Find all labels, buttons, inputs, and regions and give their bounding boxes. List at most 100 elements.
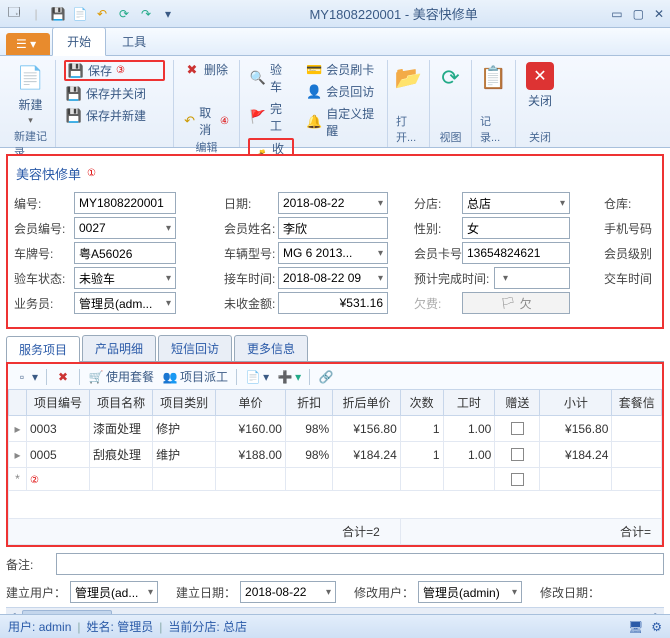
label-warehouse: 仓库: xyxy=(602,195,642,212)
status-tool2-icon[interactable]: ⚙ xyxy=(651,620,662,634)
custom-remind-button[interactable]: 🔔自定义提醒 xyxy=(304,104,379,140)
table-row[interactable]: ▸ 0005刮痕处理维护 ¥188.0098%¥184.2411.00 ¥184… xyxy=(9,442,662,468)
x-icon: ✖ xyxy=(55,369,71,385)
log-button[interactable]: 📋 xyxy=(474,60,514,96)
finish-button[interactable]: 🚩完工 xyxy=(248,99,294,135)
tab-product[interactable]: 产品明细 xyxy=(82,335,156,361)
label-model: 车辆型号: xyxy=(222,245,278,262)
member-card-button[interactable]: 💳会员刷卡 xyxy=(304,60,379,79)
qat-undo-icon[interactable]: ↶ xyxy=(94,6,110,22)
tb-dispatch[interactable]: 👥项目派工 xyxy=(162,368,228,385)
refresh-icon: ⟳ xyxy=(435,62,467,94)
qat-save2-icon[interactable]: 📄 xyxy=(72,6,88,22)
undo-icon: ↶ xyxy=(184,113,195,129)
close-button[interactable]: ✕关闭 xyxy=(522,60,558,111)
gift-checkbox-new[interactable] xyxy=(511,473,524,486)
input-member-no[interactable]: 0027 xyxy=(74,217,176,239)
input-code[interactable]: MY1808220001 xyxy=(74,192,176,214)
col-sub[interactable]: 小计 xyxy=(540,390,612,416)
form-title: 美容快修单 xyxy=(16,164,81,183)
gift-checkbox[interactable] xyxy=(511,422,524,435)
delete-button[interactable]: ✖删除 xyxy=(182,60,231,79)
save-button[interactable]: 💾 保存 ③ xyxy=(64,60,165,81)
inspect-button[interactable]: 🔍验车 xyxy=(248,60,294,96)
remark-input[interactable] xyxy=(56,553,664,575)
created-by-input[interactable]: 管理员(ad... xyxy=(70,581,158,603)
cancel-button[interactable]: ↶取消④ xyxy=(182,103,231,139)
col-name[interactable]: 项目名称 xyxy=(90,390,153,416)
cart-icon: 🛒 xyxy=(88,369,104,385)
input-sales[interactable]: 管理员(adm... xyxy=(74,292,176,314)
status-tool1-icon[interactable]: 🖥 xyxy=(628,620,643,634)
col-qty[interactable]: 次数 xyxy=(400,390,443,416)
input-gender[interactable]: 女 xyxy=(462,217,570,239)
input-branch[interactable]: 总店 xyxy=(462,192,570,214)
col-cat[interactable]: 项目类别 xyxy=(153,390,216,416)
col-price[interactable]: 单价 xyxy=(216,390,286,416)
tab-sms[interactable]: 短信回访 xyxy=(158,335,232,361)
col-no[interactable]: 项目编号 xyxy=(27,390,90,416)
label-member-name: 会员姓名: xyxy=(222,220,278,237)
tb-link[interactable]: 🔗 xyxy=(318,369,334,385)
tb-use-pkg[interactable]: 🛒使用套餐 xyxy=(88,368,154,385)
input-card-no[interactable]: 13654824621 xyxy=(462,242,570,264)
status-name: 管理员 xyxy=(117,618,153,635)
tb-new[interactable]: ▫▾ xyxy=(14,369,38,385)
remark-label: 备注: xyxy=(6,556,56,573)
tab-more[interactable]: 更多信息 xyxy=(234,335,308,361)
close-icon[interactable]: ✕ xyxy=(654,7,664,21)
col-hrs[interactable]: 工时 xyxy=(443,390,495,416)
col-dprice[interactable]: 折后单价 xyxy=(333,390,401,416)
plus-icon: ➕ xyxy=(277,369,293,385)
window-title: MY1808220001 - 美容快修单 xyxy=(176,4,611,23)
qat-more-icon[interactable]: ▾ xyxy=(160,6,176,22)
input-date[interactable]: 2018-08-22 xyxy=(278,192,388,214)
tb-add[interactable]: ➕▾ xyxy=(277,369,301,385)
label-date: 日期: xyxy=(222,195,278,212)
qat-refresh-icon[interactable]: ⟳ xyxy=(116,6,132,22)
created-on-input[interactable]: 2018-08-22 xyxy=(240,581,336,603)
modified-by-input[interactable]: 管理员(admin) xyxy=(418,581,522,603)
member-visit-button[interactable]: 👤会员回访 xyxy=(304,82,379,101)
minimize-icon[interactable]: ▭ xyxy=(611,7,622,21)
new-record-button[interactable]: 📄 新建 ▾ xyxy=(11,60,51,128)
label-due-time: 预计完成时间: xyxy=(412,270,494,287)
mark-3: ③ xyxy=(116,65,125,76)
col-pkg[interactable]: 套餐信 xyxy=(612,390,662,416)
tb-del[interactable]: ✖ xyxy=(55,369,71,385)
input-due-time[interactable] xyxy=(494,267,570,289)
inspect-icon: 🔍 xyxy=(250,70,266,86)
maximize-icon[interactable]: ▢ xyxy=(633,7,644,21)
save-close-icon: 💾 xyxy=(66,86,82,102)
input-member-name[interactable]: 李欣 xyxy=(278,217,388,239)
tab-service[interactable]: 服务项目 xyxy=(6,336,80,362)
save-close-button[interactable]: 💾保存并关闭 xyxy=(64,84,165,103)
input-inspect[interactable]: 未验车 xyxy=(74,267,176,289)
col-disc[interactable]: 折扣 xyxy=(285,390,332,416)
gift-checkbox[interactable] xyxy=(511,448,524,461)
label-recv-time: 接车时间: xyxy=(222,270,278,287)
service-grid[interactable]: 项目编号 项目名称 项目类别 单价 折扣 折后单价 次数 工时 赠送 小计 套餐… xyxy=(8,389,662,545)
new-row[interactable]: *② xyxy=(9,468,662,491)
input-plate[interactable]: 粤A56026 xyxy=(74,242,176,264)
tab-start[interactable]: 开始 xyxy=(52,27,106,56)
flag-icon: 🚩 xyxy=(250,109,266,125)
input-model[interactable]: MG 6 2013... xyxy=(278,242,388,264)
status-branch: 总店 xyxy=(223,618,247,635)
file-menu-button[interactable]: ☰ ▾ xyxy=(6,33,50,55)
tab-tools[interactable]: 工具 xyxy=(108,28,160,55)
bell-icon: 🔔 xyxy=(306,114,322,130)
view-button[interactable]: ⟳ xyxy=(431,60,471,96)
input-recv-time[interactable]: 2018-08-22 09 xyxy=(278,267,388,289)
status-user: admin xyxy=(39,620,72,634)
tb-copy[interactable]: 📄▾ xyxy=(245,369,269,385)
created-by-label: 建立用户： xyxy=(6,584,66,601)
qat-save-icon[interactable]: 💾 xyxy=(50,6,66,22)
new-record-label: 新建 xyxy=(18,96,42,113)
qat-redo-icon[interactable]: ↷ xyxy=(138,6,154,22)
save-new-button[interactable]: 💾保存并新建 xyxy=(64,106,165,125)
col-gift[interactable]: 赠送 xyxy=(495,390,540,416)
table-row[interactable]: ▸ 0003漆面处理修护 ¥160.0098%¥156.8011.00 ¥156… xyxy=(9,416,662,442)
input-unpaid[interactable]: ¥531.16 xyxy=(278,292,388,314)
open-button[interactable]: 📂 xyxy=(389,60,429,96)
